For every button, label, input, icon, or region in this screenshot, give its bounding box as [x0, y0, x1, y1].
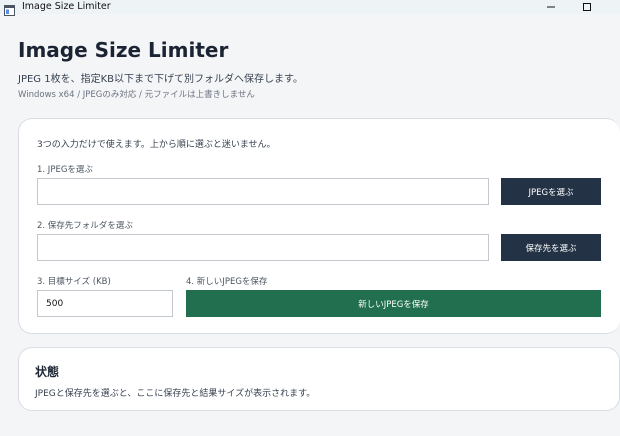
jpeg-field-label: 1. JPEGを選ぶ: [37, 165, 93, 175]
target-size-input[interactable]: [37, 290, 173, 317]
status-title: 状態: [35, 365, 60, 379]
page-note: Windows x64 / JPEGのみ対応 / 元ファイルは上書きしません: [18, 90, 255, 100]
status-message: JPEGと保存先を選ぶと、ここに保存先と結果サイズが表示されます。: [35, 389, 316, 399]
form-card: 3つの入力だけで使えます。上から順に選ぶと迷いません。 1. JPEGを選ぶ J…: [18, 118, 620, 334]
status-card: 状態 JPEGと保存先を選ぶと、ここに保存先と結果サイズが表示されます。: [18, 347, 620, 411]
page-title: Image Size Limiter: [18, 38, 229, 62]
page-subtitle: JPEG 1枚を、指定KB以下まで下げて別フォルダへ保存します。: [18, 74, 304, 85]
minimize-icon[interactable]: [536, 0, 566, 14]
target-size-label: 3. 目標サイズ (KB): [37, 277, 111, 287]
output-folder-input[interactable]: [37, 234, 489, 261]
window-title: Image Size Limiter: [22, 1, 111, 12]
jpeg-path-input[interactable]: [37, 178, 489, 205]
form-instructions: 3つの入力だけで使えます。上から順に選ぶと迷いません。: [37, 140, 276, 150]
save-step-label: 4. 新しいJPEGを保存: [186, 277, 268, 287]
window-titlebar: Image Size Limiter: [0, 0, 620, 16]
select-folder-button[interactable]: 保存先を選ぶ: [501, 234, 601, 261]
app-window-icon: [4, 1, 15, 16]
select-jpeg-button[interactable]: JPEGを選ぶ: [501, 178, 601, 205]
save-jpeg-button[interactable]: 新しいJPEGを保存: [186, 290, 601, 317]
maximize-icon[interactable]: [572, 0, 602, 14]
folder-field-label: 2. 保存先フォルダを選ぶ: [37, 221, 133, 231]
